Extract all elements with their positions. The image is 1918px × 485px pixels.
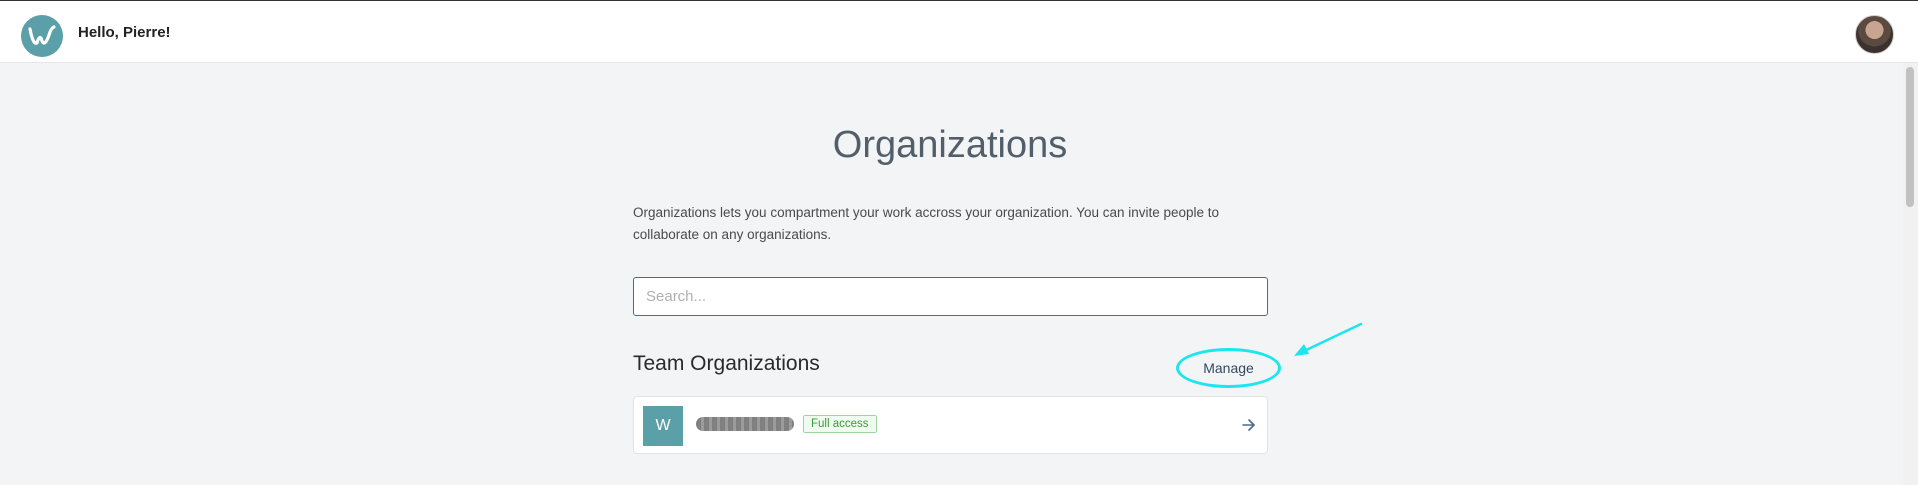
page-scrollbar[interactable]: [1903, 63, 1918, 485]
user-avatar[interactable]: [1855, 15, 1894, 54]
section-title-team-organizations: Team Organizations: [633, 352, 820, 375]
scrollbar-thumb[interactable]: [1906, 67, 1914, 207]
organization-card[interactable]: W Full access: [633, 396, 1268, 454]
organization-avatar: W: [643, 406, 683, 446]
search-input[interactable]: [633, 277, 1268, 316]
manage-button[interactable]: Manage: [1176, 348, 1281, 388]
logo-w-glyph-icon: [28, 25, 56, 45]
page-description: Organizations lets you compartment your …: [633, 205, 1220, 242]
annotation-arrow-icon: [1294, 322, 1363, 356]
top-navbar: Hello, Pierre!: [0, 0, 1918, 63]
organization-name-redacted: [696, 417, 794, 431]
access-badge: Full access: [803, 415, 877, 433]
page-title: Organizations: [832, 124, 1068, 166]
arrow-right-icon[interactable]: [1242, 418, 1256, 432]
greeting-text: Hello, Pierre!: [78, 24, 171, 41]
app-logo-icon[interactable]: [21, 15, 63, 57]
